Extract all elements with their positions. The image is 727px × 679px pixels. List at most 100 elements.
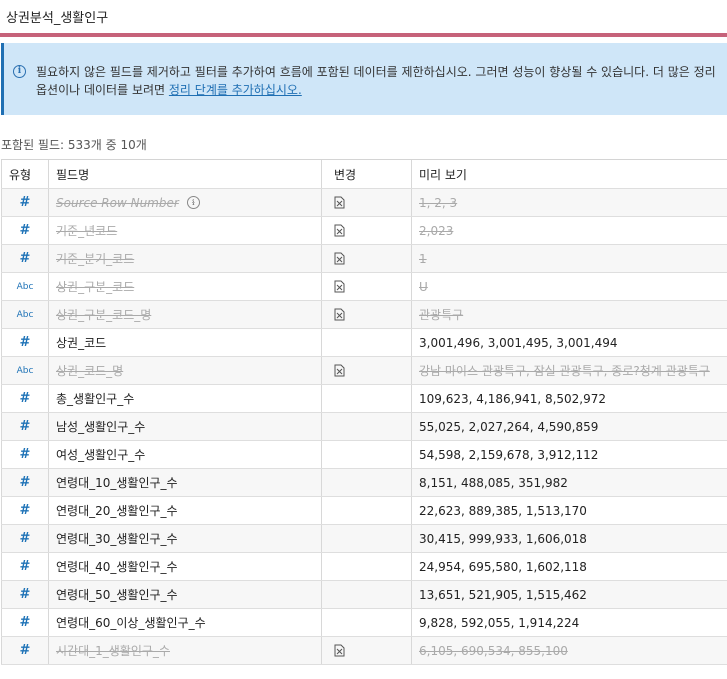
table-row[interactable]: # 연령대_60_이상_생활인구_수 9,828, 592,055, 1,914,2… [1, 609, 727, 637]
string-type-icon[interactable]: Abc [1, 357, 49, 384]
preview-values: 2,023 [419, 223, 454, 238]
field-name-text: 기준_분기_코드 [56, 252, 135, 266]
preview-values: 3,001,496, 3,001,495, 3,001,494 [419, 335, 618, 350]
change-cell [322, 581, 412, 608]
string-type-icon[interactable]: Abc [1, 301, 49, 328]
field-name[interactable]: 상권_코드 [49, 329, 322, 356]
preview-values: 54,598, 2,159,678, 3,912,112 [419, 447, 599, 462]
number-type-icon[interactable]: # [1, 609, 49, 636]
removed-field-icon[interactable] [334, 252, 346, 265]
field-name-text: Source Row Number [56, 195, 179, 210]
field-name-text: 연령대_50_생활인구_수 [56, 588, 178, 602]
preview-cell: 관광특구 [412, 301, 727, 328]
change-cell [322, 385, 412, 412]
header-name[interactable]: 필드명 [49, 160, 322, 188]
table-row[interactable]: # 시간대_1_생활인구_수 6,105, 690,534, 855,100 [1, 637, 727, 665]
preview-values: 13,651, 521,905, 1,515,462 [419, 587, 587, 602]
field-name[interactable]: 남성_생활인구_수 [49, 413, 322, 440]
removed-field-icon[interactable] [334, 280, 346, 293]
preview-cell: 109,623, 4,186,941, 8,502,972 [412, 385, 727, 412]
table-row[interactable]: # 남성_생활인구_수 55,025, 2,027,264, 4,590,859 [1, 413, 727, 441]
string-type-icon[interactable]: Abc [1, 273, 49, 300]
preview-cell: 3,001,496, 3,001,495, 3,001,494 [412, 329, 727, 356]
preview-values: 관광특구 [419, 308, 464, 322]
number-type-icon[interactable]: # [1, 413, 49, 440]
number-type-icon[interactable]: # [1, 385, 49, 412]
preview-cell: 24,954, 695,580, 1,602,118 [412, 553, 727, 580]
number-type-icon[interactable]: # [1, 441, 49, 468]
number-type-icon[interactable]: # [1, 189, 49, 216]
field-name-text: 상권_코드 [56, 336, 107, 350]
number-type-icon[interactable]: # [1, 217, 49, 244]
number-type-icon[interactable]: # [1, 525, 49, 552]
change-cell [322, 553, 412, 580]
removed-field-icon[interactable] [334, 196, 346, 209]
preview-cell: 55,025, 2,027,264, 4,590,859 [412, 413, 727, 440]
field-name[interactable]: 총_생활인구_수 [49, 385, 322, 412]
change-cell [322, 217, 412, 244]
number-type-icon[interactable]: # [1, 329, 49, 356]
field-name[interactable]: 기준_년코드 [49, 217, 322, 244]
field-name-text: 기준_년코드 [56, 224, 118, 238]
removed-field-icon[interactable] [334, 224, 346, 237]
info-icon[interactable]: i [186, 196, 200, 209]
preview-cell: 1, 2, 3 [412, 189, 727, 216]
table-row[interactable]: Abc 상권_구분_코드_명 관광특구 [1, 301, 727, 329]
grid-header: 유형 필드명 변경 미리 보기 [1, 160, 727, 189]
info-text: 필요하지 않은 필드를 제거하고 필터를 추가하여 흐름에 포함된 데이터를 제… [36, 63, 726, 99]
add-clean-step-link[interactable]: 정리 단계를 추가하십시오. [169, 83, 302, 97]
field-name[interactable]: 상권_구분_코드 [49, 273, 322, 300]
field-name[interactable]: 연령대_30_생활인구_수 [49, 525, 322, 552]
field-name[interactable]: 연령대_20_생활인구_수 [49, 497, 322, 524]
field-name[interactable]: 상권_코드_명 [49, 357, 322, 384]
field-name[interactable]: 여성_생활인구_수 [49, 441, 322, 468]
field-name-text: 상권_구분_코드 [56, 280, 135, 294]
field-grid: 유형 필드명 변경 미리 보기 # Source Row Number i 1, 2,… [1, 159, 727, 665]
number-type-icon[interactable]: # [1, 469, 49, 496]
header-change[interactable]: 변경 [322, 160, 412, 188]
preview-values: 9,828, 592,055, 1,914,224 [419, 615, 580, 630]
field-name[interactable]: 연령대_40_생활인구_수 [49, 553, 322, 580]
number-type-icon[interactable]: # [1, 553, 49, 580]
field-name-text: 연령대_20_생활인구_수 [56, 504, 178, 518]
table-row[interactable]: Abc 상권_구분_코드 U [1, 273, 727, 301]
table-row[interactable]: # 연령대_50_생활인구_수 13,651, 521,905, 1,515,462 [1, 581, 727, 609]
table-row[interactable]: # 연령대_20_생활인구_수 22,623, 889,385, 1,513,170 [1, 497, 727, 525]
title-text: 상권분석_생활인구 [6, 11, 109, 26]
removed-field-icon[interactable] [334, 308, 346, 321]
change-cell [322, 637, 412, 664]
number-type-icon[interactable]: # [1, 497, 49, 524]
field-name[interactable]: 기준_분기_코드 [49, 245, 322, 272]
removed-field-icon[interactable] [334, 364, 346, 377]
table-row[interactable]: # Source Row Number i 1, 2, 3 [1, 189, 727, 217]
table-row[interactable]: # 기준_년코드 2,023 [1, 217, 727, 245]
field-name[interactable]: 상권_구분_코드_명 [49, 301, 322, 328]
preview-cell: 6,105, 690,534, 855,100 [412, 637, 727, 664]
number-type-icon[interactable]: # [1, 245, 49, 272]
header-type[interactable]: 유형 [1, 160, 49, 188]
header-preview[interactable]: 미리 보기 [412, 160, 727, 188]
table-row[interactable]: # 연령대_40_생활인구_수 24,954, 695,580, 1,602,118 [1, 553, 727, 581]
field-name[interactable]: 연령대_50_생활인구_수 [49, 581, 322, 608]
preview-cell: 9,828, 592,055, 1,914,224 [412, 609, 727, 636]
table-row[interactable]: Abc 상권_코드_명 강남 마이스 관광특구, 잠실 관광특구, 종로?청계 관광… [1, 357, 727, 385]
number-type-icon[interactable]: # [1, 581, 49, 608]
table-row[interactable]: # 총_생활인구_수 109,623, 4,186,941, 8,502,972 [1, 385, 727, 413]
table-row[interactable]: # 여성_생활인구_수 54,598, 2,159,678, 3,912,112 [1, 441, 727, 469]
table-row[interactable]: # 연령대_30_생활인구_수 30,415, 999,933, 1,606,018 [1, 525, 727, 553]
field-name-text: 연령대_30_생활인구_수 [56, 532, 178, 546]
preview-values: U [419, 279, 428, 294]
field-name-text: 연령대_10_생활인구_수 [56, 476, 178, 490]
table-row[interactable]: # 연령대_10_생활인구_수 8,151, 488,085, 351,982 [1, 469, 727, 497]
number-type-icon[interactable]: # [1, 637, 49, 664]
field-name[interactable]: Source Row Number i [49, 189, 322, 216]
table-row[interactable]: # 상권_코드 3,001,496, 3,001,495, 3,001,494 [1, 329, 727, 357]
change-cell [322, 273, 412, 300]
removed-field-icon[interactable] [334, 644, 346, 657]
change-cell [322, 497, 412, 524]
field-name[interactable]: 시간대_1_생활인구_수 [49, 637, 322, 664]
field-count: 포함된 필드: 533개 중 10개 [1, 138, 147, 152]
table-row[interactable]: # 기준_분기_코드 1 [1, 245, 727, 273]
field-name[interactable]: 연령대_10_생활인구_수 [49, 469, 322, 496]
field-name[interactable]: 연령대_60_이상_생활인구_수 [49, 609, 322, 636]
